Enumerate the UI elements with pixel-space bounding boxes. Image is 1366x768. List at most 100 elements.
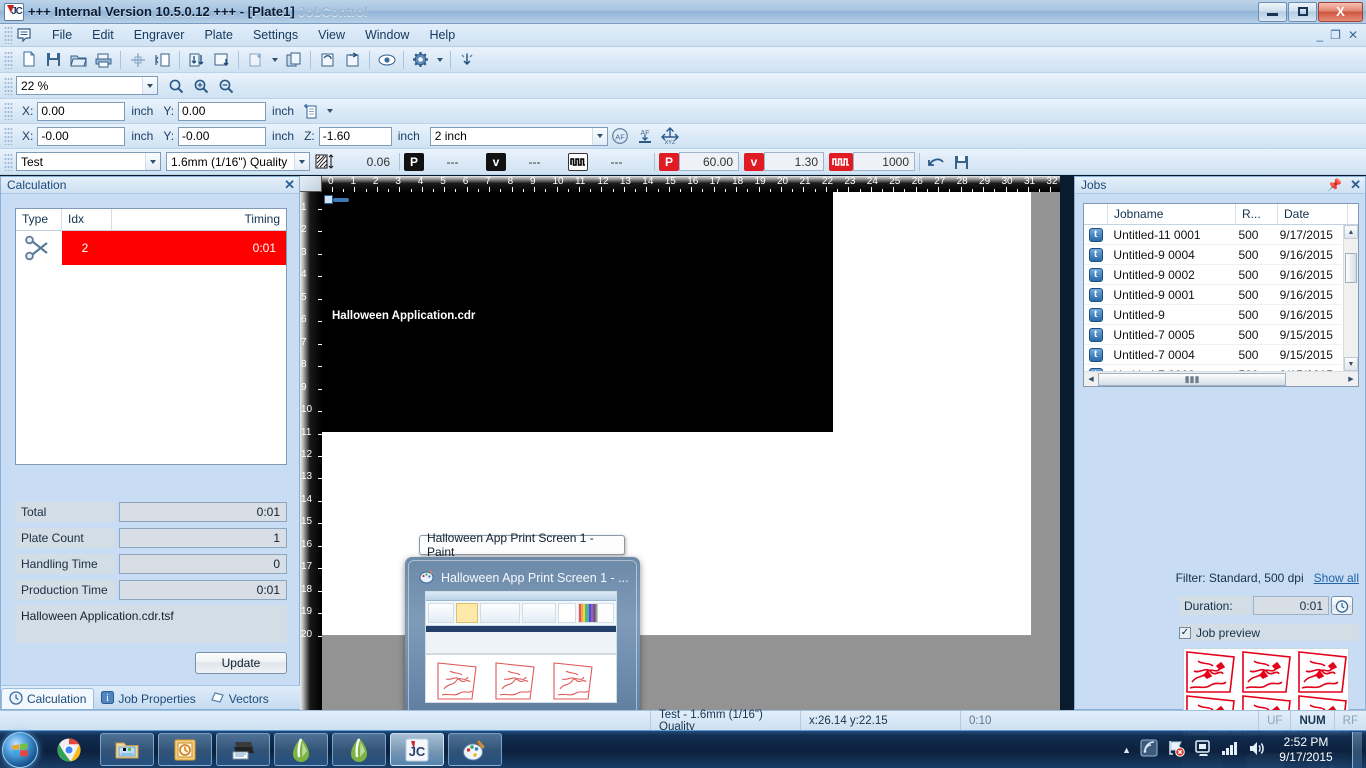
toolbar-grip[interactable] bbox=[4, 127, 13, 145]
coreldraw-2-icon[interactable] bbox=[332, 733, 386, 766]
preview-icon[interactable] bbox=[375, 49, 398, 71]
new-job-icon[interactable] bbox=[244, 49, 267, 71]
paint-icon[interactable] bbox=[448, 733, 502, 766]
close-icon[interactable]: ✕ bbox=[1350, 177, 1361, 193]
undo-icon[interactable] bbox=[925, 151, 948, 173]
stopwatch-icon[interactable] bbox=[1331, 596, 1353, 615]
quality-combo[interactable]: 1.6mm (1/16") Quality bbox=[166, 152, 310, 171]
table-row[interactable]: t Untitled-7 0005 500 9/15/2015 bbox=[1084, 325, 1342, 345]
magnifier-plus-icon[interactable] bbox=[189, 75, 212, 97]
lens-combo[interactable]: 2 inch bbox=[429, 126, 608, 146]
axis-x-input[interactable] bbox=[37, 126, 126, 146]
toolbar-grip[interactable] bbox=[4, 76, 13, 95]
tab-calculation[interactable]: Calculation bbox=[1, 688, 95, 709]
axis-z-input[interactable] bbox=[318, 126, 392, 146]
settings-dropdown-icon[interactable] bbox=[434, 49, 445, 71]
xyz-home-icon[interactable]: XYZ bbox=[659, 125, 682, 147]
magnifier-icon[interactable] bbox=[164, 75, 187, 97]
copy-job-icon[interactable] bbox=[282, 49, 305, 71]
table-row[interactable]: t Untitled-7 0004 500 9/15/2015 bbox=[1084, 345, 1342, 365]
magnifier-minus-icon[interactable] bbox=[214, 75, 237, 97]
scroll-up-button[interactable]: ▲ bbox=[1344, 225, 1358, 239]
settings-icon[interactable] bbox=[409, 49, 432, 71]
action-center-icon[interactable] bbox=[1140, 739, 1158, 760]
taskbar-thumbnail-window[interactable]: Halloween App Print Screen 1 - ... bbox=[405, 557, 640, 720]
move-center-icon[interactable] bbox=[126, 49, 149, 71]
document-menu-icon[interactable] bbox=[16, 27, 34, 44]
show-hidden-icons-button[interactable]: ▲ bbox=[1122, 745, 1131, 755]
toolbar-grip[interactable] bbox=[4, 152, 13, 171]
network-error-icon[interactable] bbox=[1167, 739, 1185, 760]
column-header-idx[interactable]: Idx bbox=[62, 209, 112, 230]
optimize-icon[interactable] bbox=[456, 49, 479, 71]
toolbar-grip[interactable] bbox=[4, 50, 13, 69]
windows-start-icon[interactable] bbox=[2, 731, 38, 768]
menu-engraver[interactable]: Engraver bbox=[124, 26, 195, 44]
job-preview-row[interactable]: ✓ Job preview bbox=[1179, 624, 1359, 641]
column-header-type[interactable]: Type bbox=[16, 209, 62, 230]
scroll-left-button[interactable]: ◀ bbox=[1084, 375, 1098, 383]
close-button[interactable]: X bbox=[1318, 1, 1363, 22]
volume-icon[interactable] bbox=[1248, 740, 1266, 760]
menu-edit[interactable]: Edit bbox=[82, 26, 124, 44]
vertical-ruler[interactable]: 1 2 3 4 5 6 7 8 9 10 11 12 13 14 15 16 17 18 19 20 bbox=[300, 192, 322, 710]
menu-settings[interactable]: Settings bbox=[243, 26, 308, 44]
jobs-vertical-scrollbar[interactable]: ▲ ▼ bbox=[1343, 225, 1358, 371]
table-row[interactable]: t Untitled-9 0002 500 9/16/2015 bbox=[1084, 265, 1342, 285]
artwork-handle-bar[interactable] bbox=[333, 198, 349, 202]
coreldraw-icon[interactable] bbox=[274, 733, 328, 766]
hscroll-thumb[interactable]: ▮▮▮ bbox=[1098, 372, 1286, 386]
column-header-date[interactable]: Date bbox=[1278, 204, 1348, 224]
export-icon[interactable] bbox=[341, 49, 364, 71]
align-icon[interactable] bbox=[151, 49, 174, 71]
mdi-close-button[interactable]: ✕ bbox=[1348, 28, 1358, 42]
horizontal-ruler[interactable]: 0 1 2 3 4 5 6 7 8 9 10 11 12 13 14 15 16 17 18 19 20 21 22 23 24… bbox=[322, 176, 1060, 192]
column-header-r[interactable]: R... bbox=[1236, 204, 1278, 224]
pin-icon[interactable]: 📌 bbox=[1327, 178, 1342, 192]
open-icon[interactable] bbox=[67, 49, 90, 71]
menu-grip[interactable] bbox=[4, 26, 13, 44]
outlook-icon[interactable] bbox=[158, 733, 212, 766]
axis-y-input[interactable] bbox=[178, 126, 267, 146]
position-x-input[interactable] bbox=[37, 101, 126, 121]
save-material-icon[interactable] bbox=[950, 151, 973, 173]
menu-plate[interactable]: Plate bbox=[194, 26, 243, 44]
tab-vectors[interactable]: Vectors bbox=[203, 688, 276, 709]
focus-down-icon[interactable]: AF bbox=[634, 125, 657, 147]
close-icon[interactable]: ✕ bbox=[284, 177, 295, 193]
table-row[interactable]: t Untitled-9 500 9/16/2015 bbox=[1084, 305, 1342, 325]
anchor-reference-icon[interactable] bbox=[299, 100, 322, 122]
show-all-link[interactable]: Show all bbox=[1314, 571, 1359, 585]
show-desktop-button[interactable] bbox=[1352, 731, 1362, 768]
tab-job-properties[interactable]: i Job Properties bbox=[94, 688, 202, 709]
table-row[interactable]: t Untitled-9 0001 500 9/16/2015 bbox=[1084, 285, 1342, 305]
column-header-jobname[interactable]: Jobname bbox=[1108, 204, 1236, 224]
anchor-dropdown-icon[interactable] bbox=[324, 100, 335, 122]
autofocus-icon[interactable]: AF bbox=[609, 125, 632, 147]
print-icon[interactable] bbox=[92, 49, 115, 71]
artwork-object[interactable]: Halloween Application.cdr bbox=[322, 192, 833, 432]
signal-icon[interactable] bbox=[1221, 740, 1239, 759]
mdi-minimize-button[interactable]: _ bbox=[1316, 28, 1323, 42]
minimize-button[interactable] bbox=[1258, 1, 1287, 22]
menu-window[interactable]: Window bbox=[355, 26, 419, 44]
taskbar-clock[interactable]: 2:52 PM 9/17/2015 bbox=[1275, 735, 1337, 765]
table-row[interactable]: 2 0:01 bbox=[16, 231, 286, 265]
save-icon[interactable] bbox=[42, 49, 65, 71]
column-header-timing[interactable]: Timing bbox=[112, 209, 286, 230]
restore-button[interactable] bbox=[1288, 1, 1317, 22]
scroll-right-button[interactable]: ▶ bbox=[1344, 375, 1358, 383]
import-icon[interactable] bbox=[316, 49, 339, 71]
job-preview-checkbox[interactable]: ✓ bbox=[1179, 626, 1191, 639]
canvas-area[interactable]: 0 1 2 3 4 5 6 7 8 9 10 11 12 13 14 15 16 17 18 19 20 21 22 23 24… bbox=[300, 176, 1060, 720]
chrome-icon[interactable] bbox=[42, 733, 96, 766]
zoom-level-combo[interactable]: 22 % bbox=[16, 76, 158, 95]
artwork-handle[interactable] bbox=[324, 195, 333, 204]
scroll-thumb[interactable] bbox=[1345, 253, 1357, 283]
mdi-restore-button[interactable]: ❐ bbox=[1330, 28, 1341, 42]
explorer-icon[interactable] bbox=[100, 733, 154, 766]
devices-icon[interactable] bbox=[1194, 739, 1212, 760]
update-button[interactable]: Update bbox=[195, 652, 287, 674]
chevron-down-icon[interactable] bbox=[269, 49, 280, 71]
position-y-input[interactable] bbox=[178, 101, 267, 121]
